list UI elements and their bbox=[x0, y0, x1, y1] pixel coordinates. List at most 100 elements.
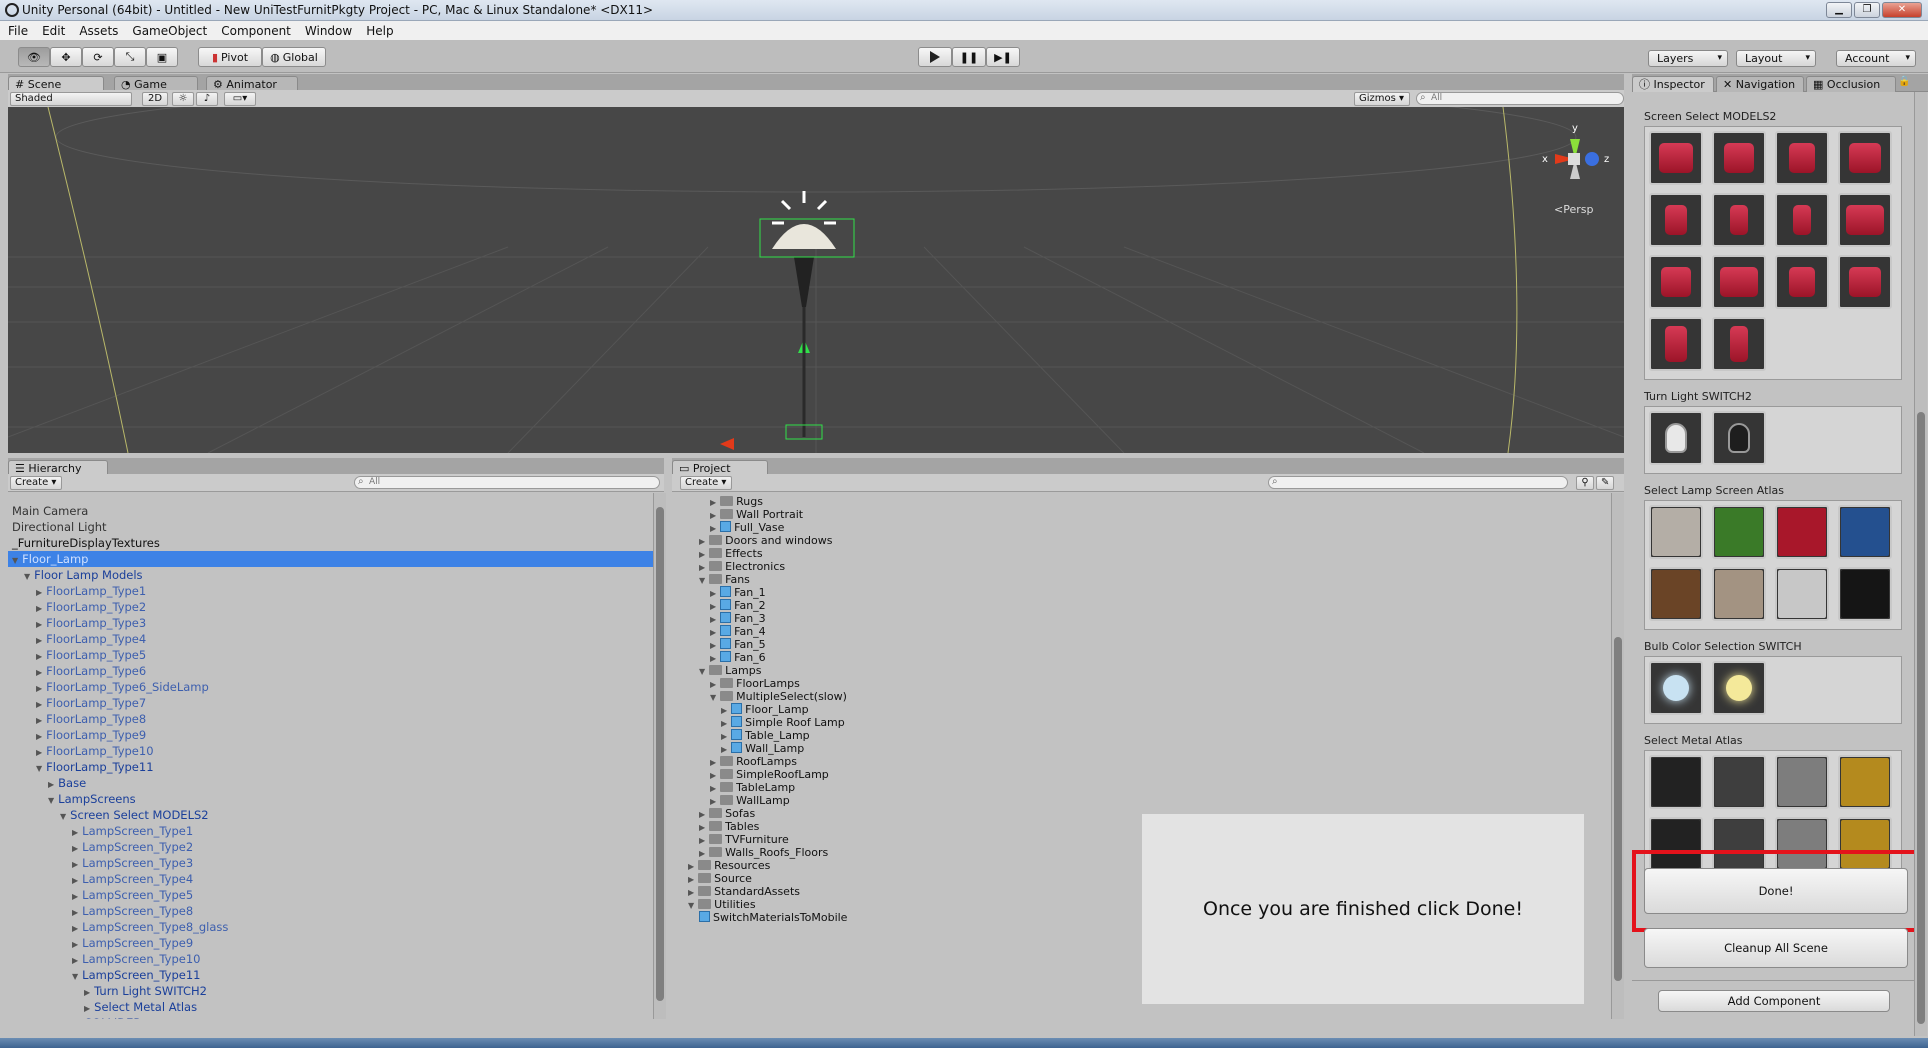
hierarchy-row[interactable]: FloorLamp_Type3 bbox=[36, 615, 146, 631]
inspector-option-button[interactable] bbox=[1649, 411, 1703, 465]
gizmos-dropdown[interactable]: Gizmos ▾ bbox=[1354, 92, 1410, 106]
hierarchy-row[interactable]: LampScreen_Type5 bbox=[72, 887, 193, 903]
inspector-option-button[interactable] bbox=[1649, 131, 1703, 185]
menu-edit[interactable]: Edit bbox=[42, 24, 65, 38]
hierarchy-row[interactable]: LampScreen_Type1 bbox=[72, 823, 193, 839]
lighting-toggle[interactable]: ☼ bbox=[172, 92, 194, 106]
hierarchy-row[interactable]: LampScreens bbox=[48, 791, 136, 807]
inspector-option-button[interactable] bbox=[1838, 255, 1892, 309]
inspector-option-button[interactable] bbox=[1649, 661, 1703, 715]
minimize-button[interactable]: ▁ bbox=[1826, 2, 1852, 18]
menu-gameobject[interactable]: GameObject bbox=[132, 24, 207, 38]
tab-navigation[interactable]: ✕ Navigation bbox=[1716, 76, 1804, 92]
hierarchy-row[interactable]: FloorLamp_Type10 bbox=[36, 743, 153, 759]
scene-search-input[interactable]: All bbox=[1416, 92, 1624, 105]
move-tool-button[interactable]: ✥ bbox=[50, 47, 82, 67]
hierarchy-row[interactable]: LampScreen_Type9 bbox=[72, 935, 193, 951]
inspector-option-button[interactable] bbox=[1649, 317, 1703, 371]
hierarchy-row[interactable]: Floor_Lamp bbox=[8, 551, 656, 567]
scene-viewport[interactable]: y x z <Persp bbox=[8, 107, 1624, 453]
layout-dropdown[interactable]: Layout bbox=[1736, 50, 1816, 67]
hierarchy-scrollbar[interactable] bbox=[653, 493, 666, 1019]
filter-type-button[interactable]: ⚲ bbox=[1576, 476, 1594, 490]
menu-help[interactable]: Help bbox=[366, 24, 393, 38]
hierarchy-row[interactable]: COLLIDER bbox=[84, 1015, 141, 1019]
inspector-option-button[interactable] bbox=[1649, 505, 1703, 559]
hierarchy-row[interactable]: FloorLamp_Type4 bbox=[36, 631, 146, 647]
lock-icon[interactable]: 🔒 bbox=[1898, 76, 1910, 87]
hierarchy-row[interactable]: LampScreen_Type10 bbox=[72, 951, 200, 967]
hierarchy-create-dropdown[interactable]: Create ▾ bbox=[10, 476, 62, 490]
pivot-toggle[interactable]: ▮ Pivot bbox=[198, 47, 262, 67]
filter-label-button[interactable]: ✎ bbox=[1596, 476, 1614, 490]
project-scrollbar[interactable] bbox=[1611, 493, 1624, 1019]
tab-inspector[interactable]: ⓘ Inspector bbox=[1632, 76, 1714, 92]
hierarchy-row[interactable]: Base bbox=[48, 775, 86, 791]
hierarchy-row[interactable]: Turn Light SWITCH2 bbox=[84, 983, 207, 999]
inspector-option-button[interactable] bbox=[1712, 131, 1766, 185]
scale-tool-button[interactable]: ⤡ bbox=[114, 47, 146, 67]
layers-dropdown[interactable]: Layers bbox=[1648, 50, 1728, 67]
rotate-tool-button[interactable]: ⟳ bbox=[82, 47, 114, 67]
hierarchy-row[interactable]: LampScreen_Type4 bbox=[72, 871, 193, 887]
hierarchy-row[interactable]: LampScreen_Type8 bbox=[72, 903, 193, 919]
inspector-option-button[interactable] bbox=[1775, 255, 1829, 309]
inspector-option-button[interactable] bbox=[1775, 193, 1829, 247]
menu-component[interactable]: Component bbox=[221, 24, 291, 38]
inspector-option-button[interactable] bbox=[1712, 255, 1766, 309]
hierarchy-search-input[interactable]: All bbox=[354, 476, 660, 489]
project-row[interactable]: SwitchMaterialsToMobile bbox=[699, 911, 847, 927]
hierarchy-row[interactable]: FloorLamp_Type6 bbox=[36, 663, 146, 679]
menu-assets[interactable]: Assets bbox=[79, 24, 118, 38]
inspector-option-button[interactable] bbox=[1712, 317, 1766, 371]
inspector-option-button[interactable] bbox=[1712, 193, 1766, 247]
inspector-option-button[interactable] bbox=[1775, 567, 1829, 621]
inspector-scrollbar[interactable] bbox=[1914, 92, 1927, 1036]
hierarchy-row[interactable]: FloorLamp_Type2 bbox=[36, 599, 146, 615]
pause-button[interactable]: ❚❚ bbox=[952, 47, 986, 67]
account-dropdown[interactable]: Account bbox=[1836, 50, 1916, 67]
hierarchy-row[interactable]: Floor Lamp Models bbox=[24, 567, 142, 583]
hierarchy-row[interactable]: FloorLamp_Type7 bbox=[36, 695, 146, 711]
inspector-option-button[interactable] bbox=[1775, 505, 1829, 559]
2d-toggle[interactable]: 2D bbox=[142, 92, 168, 106]
hierarchy-row[interactable]: _FurnitureDisplayTextures bbox=[12, 535, 160, 551]
project-search-input[interactable] bbox=[1268, 476, 1568, 489]
hierarchy-row[interactable]: FloorLamp_Type5 bbox=[36, 647, 146, 663]
inspector-option-button[interactable] bbox=[1775, 131, 1829, 185]
done-button[interactable]: Done! bbox=[1644, 868, 1908, 914]
inspector-option-button[interactable] bbox=[1649, 193, 1703, 247]
inspector-option-button[interactable] bbox=[1712, 567, 1766, 621]
global-toggle[interactable]: ◍ Global bbox=[262, 47, 326, 67]
inspector-option-button[interactable] bbox=[1649, 567, 1703, 621]
hierarchy-row[interactable]: LampScreen_Type2 bbox=[72, 839, 193, 855]
inspector-option-button[interactable] bbox=[1712, 661, 1766, 715]
hierarchy-row[interactable]: FloorLamp_Type9 bbox=[36, 727, 146, 743]
close-button[interactable]: ✕ bbox=[1882, 2, 1922, 18]
orientation-gizmo[interactable]: y x z bbox=[1530, 119, 1620, 199]
hierarchy-row[interactable]: FloorLamp_Type6_SideLamp bbox=[36, 679, 209, 695]
inspector-option-button[interactable] bbox=[1838, 755, 1892, 809]
inspector-option-button[interactable] bbox=[1838, 131, 1892, 185]
inspector-option-button[interactable] bbox=[1775, 755, 1829, 809]
shading-dropdown[interactable]: Shaded bbox=[10, 92, 132, 106]
audio-toggle[interactable]: ♪ bbox=[196, 92, 218, 106]
play-button[interactable] bbox=[918, 47, 952, 67]
inspector-option-button[interactable] bbox=[1712, 755, 1766, 809]
inspector-option-button[interactable] bbox=[1712, 411, 1766, 465]
hierarchy-row[interactable]: LampScreen_Type3 bbox=[72, 855, 193, 871]
inspector-option-button[interactable] bbox=[1649, 255, 1703, 309]
menu-file[interactable]: File bbox=[8, 24, 28, 38]
persp-label[interactable]: <Persp bbox=[1554, 203, 1593, 216]
hierarchy-row[interactable]: FloorLamp_Type8 bbox=[36, 711, 146, 727]
effects-dropdown[interactable]: ▭▾ bbox=[224, 92, 256, 106]
project-create-dropdown[interactable]: Create ▾ bbox=[680, 476, 732, 490]
menu-window[interactable]: Window bbox=[305, 24, 352, 38]
hierarchy-row[interactable]: LampScreen_Type8_glass bbox=[72, 919, 228, 935]
hierarchy-row[interactable]: Screen Select MODELS2 bbox=[60, 807, 208, 823]
add-component-button[interactable]: Add Component bbox=[1658, 990, 1890, 1012]
inspector-option-button[interactable] bbox=[1649, 755, 1703, 809]
rect-tool-button[interactable]: ▣ bbox=[146, 47, 178, 67]
cleanup-all-scene-button[interactable]: Cleanup All Scene bbox=[1644, 928, 1908, 968]
inspector-option-button[interactable] bbox=[1838, 567, 1892, 621]
